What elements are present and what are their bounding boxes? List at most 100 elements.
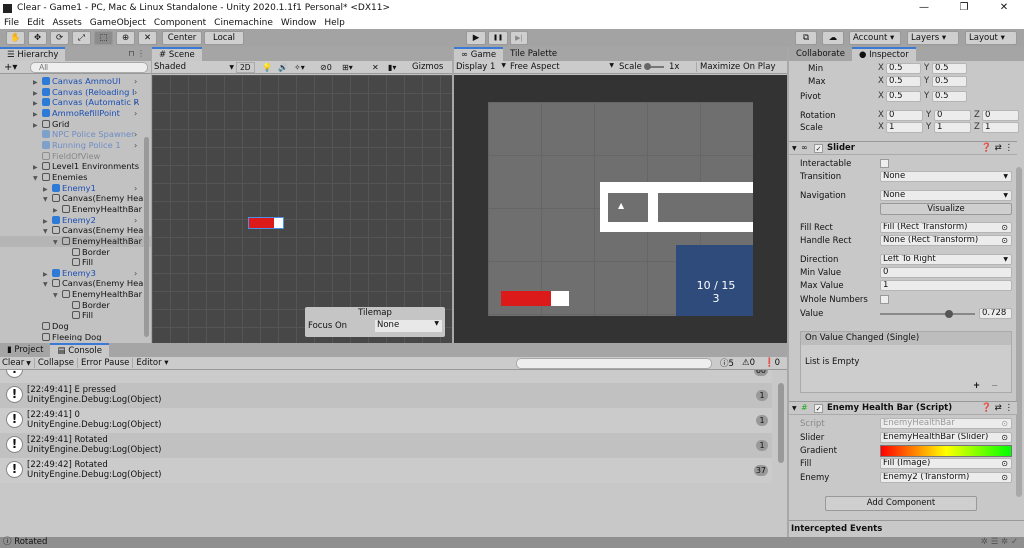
log-count-toggle[interactable]: ⓘ5 bbox=[720, 357, 734, 369]
hierarchy-item[interactable]: ▶ Canvas AmmoUI › bbox=[0, 76, 151, 87]
object-picker-icon[interactable]: ⊙ bbox=[1001, 236, 1008, 245]
handle-rect-field[interactable]: None (Rect Transform) ⊙ bbox=[880, 235, 1012, 246]
account-dropdown[interactable]: Account ▾ bbox=[849, 31, 901, 45]
intercepted-events-header[interactable]: Intercepted Events bbox=[789, 520, 1024, 534]
shading-mode-dropdown[interactable]: Shaded ▼ bbox=[154, 61, 234, 74]
navigation-dropdown[interactable]: None ▼ bbox=[880, 190, 1012, 201]
clear-options-dropdown[interactable]: ▼ bbox=[26, 360, 34, 367]
tab-game[interactable]: ∞ Game bbox=[454, 47, 504, 61]
hierarchy-item[interactable]: FieldOfView bbox=[0, 151, 151, 162]
cloud-button[interactable]: ☁ bbox=[822, 31, 844, 45]
open-prefab-arrow-icon[interactable]: › bbox=[134, 76, 137, 87]
hierarchy-item[interactable]: Dog bbox=[0, 321, 151, 332]
open-prefab-arrow-icon[interactable]: › bbox=[134, 268, 137, 279]
hierarchy-item[interactable]: Fleeing Dog bbox=[0, 332, 151, 341]
collapse-toggle[interactable]: Collapse bbox=[33, 358, 77, 368]
tab-collaborate[interactable]: Collaborate bbox=[789, 47, 852, 61]
console-log-entry[interactable]: !UnityEngine.Debug:Log(Object)60 bbox=[0, 370, 772, 383]
max-value-field[interactable]: 1 bbox=[880, 280, 1012, 291]
hierarchy-search-input[interactable] bbox=[30, 62, 148, 73]
component-menu-icons[interactable]: ❓ ⇄ ⋮ bbox=[981, 143, 1013, 153]
pivot-y-field[interactable]: 0.5 bbox=[932, 91, 967, 102]
menu-assets[interactable]: Assets bbox=[49, 18, 86, 28]
hierarchy-item[interactable]: ▶ Grid bbox=[0, 119, 151, 130]
transform-tool-icon[interactable]: ⊕ bbox=[116, 31, 135, 45]
console-log-entry[interactable]: ! [22:49:41] 0 UnityEngine.Debug:Log(Objec… bbox=[0, 408, 772, 433]
step-button[interactable]: ▶| bbox=[510, 31, 528, 45]
scene-view[interactable]: Tilemap Focus On None ▼ bbox=[152, 75, 452, 343]
open-prefab-arrow-icon[interactable]: › bbox=[134, 97, 137, 108]
camera-toggle-icon[interactable]: ▮▾ bbox=[388, 63, 396, 72]
pivot-center-button[interactable]: Center bbox=[162, 31, 202, 45]
open-prefab-arrow-icon[interactable]: › bbox=[134, 129, 137, 140]
fill-ref-field[interactable]: Fill (Image) ⊙ bbox=[880, 458, 1012, 469]
tab-inspector[interactable]: ● Inspector bbox=[851, 47, 916, 61]
direction-dropdown[interactable]: Left To Right ▼ bbox=[880, 254, 1012, 265]
menu-cinemachine[interactable]: Cinemachine bbox=[210, 18, 277, 28]
tab-console[interactable]: ▤ Console bbox=[50, 343, 109, 357]
hierarchy-item[interactable]: ▼ Canvas(Enemy Healt bbox=[0, 193, 151, 204]
transition-dropdown[interactable]: None ▼ bbox=[880, 171, 1012, 182]
fill-rect-field[interactable]: Fill (Rect Transform) ⊙ bbox=[880, 222, 1012, 233]
close-button[interactable]: ✕ bbox=[984, 0, 1024, 16]
min-value-field[interactable]: 0 bbox=[880, 267, 1012, 278]
focus-on-dropdown[interactable]: None ▼ bbox=[375, 320, 442, 332]
hierarchy-item[interactable]: NPC Police Spawner › bbox=[0, 129, 151, 140]
script-menu-icons[interactable]: ❓ ⇄ ⋮ bbox=[981, 403, 1013, 413]
script-field[interactable]: EnemyHealthBar ⊙ bbox=[880, 418, 1012, 429]
scale-x-field[interactable]: 1 bbox=[886, 122, 923, 133]
tab-tile-palette[interactable]: Tile Palette bbox=[503, 47, 564, 61]
rotate-tool-icon[interactable]: ⟳ bbox=[50, 31, 69, 45]
menu-edit[interactable]: Edit bbox=[23, 18, 48, 28]
game-view[interactable]: ▲ 10 / 15 3 bbox=[454, 75, 787, 343]
console-log-entry[interactable]: ! [22:49:41] Rotated UnityEngine.Debug:Log… bbox=[0, 433, 772, 458]
custom-tool-icon[interactable]: ✕ bbox=[138, 31, 157, 45]
object-picker-icon[interactable]: ⊙ bbox=[1001, 223, 1008, 232]
move-tool-icon[interactable]: ✥ bbox=[28, 31, 47, 45]
open-prefab-arrow-icon[interactable]: › bbox=[134, 87, 137, 98]
script-component-header[interactable]: ▼ # ✓ Enemy Health Bar (Script) ❓ ⇄ ⋮ bbox=[789, 401, 1017, 415]
hierarchy-item[interactable]: Border bbox=[0, 300, 151, 311]
menu-component[interactable]: Component bbox=[150, 18, 210, 28]
anchor-min-x-field[interactable]: 0.5 bbox=[886, 63, 921, 74]
value-slider-track[interactable] bbox=[880, 310, 975, 318]
inspector-scrollbar[interactable] bbox=[1016, 167, 1022, 497]
gradient-field[interactable] bbox=[880, 445, 1012, 457]
hierarchy-item[interactable]: ▶ Enemy3 › bbox=[0, 268, 151, 279]
anchor-max-x-field[interactable]: 0.5 bbox=[886, 76, 921, 87]
create-button[interactable]: +▾ bbox=[0, 62, 21, 73]
tab-hierarchy[interactable]: ☰ Hierarchy bbox=[0, 47, 66, 61]
hierarchy-item[interactable]: ▶ Enemy1 › bbox=[0, 183, 151, 194]
slider-component-header[interactable]: ▼ ∞ ✓ Slider ❓ ⇄ ⋮ bbox=[789, 141, 1017, 155]
effects-toggle-icon[interactable]: ✧▾ bbox=[294, 63, 305, 72]
display-dropdown[interactable]: Display 1 ▼ bbox=[456, 62, 506, 72]
hierarchy-item[interactable]: ▼ EnemyHealthBar bbox=[0, 235, 151, 247]
rotation-x-field[interactable]: 0 bbox=[886, 110, 923, 121]
hierarchy-item[interactable]: Fill bbox=[0, 310, 151, 321]
hierarchy-item[interactable]: Running Police 1 › bbox=[0, 140, 151, 151]
hierarchy-item[interactable]: Border bbox=[0, 247, 151, 258]
visualize-button[interactable]: Visualize bbox=[880, 203, 1012, 215]
pivot-x-field[interactable]: 0.5 bbox=[886, 91, 921, 102]
layout-dropdown[interactable]: Layout ▾ bbox=[965, 31, 1017, 45]
tools-toggle-icon[interactable]: ✕ bbox=[372, 63, 379, 72]
tab-project[interactable]: ▮ Project bbox=[0, 343, 50, 357]
hidden-objects-toggle[interactable]: ⊘0 bbox=[320, 63, 332, 72]
hierarchy-item[interactable]: ▼ EnemyHealthBar bbox=[0, 289, 151, 300]
lock-icon[interactable]: ⊓ ⋮ bbox=[128, 49, 145, 58]
console-log-entry[interactable]: ! [22:49:42] Rotated UnityEngine.Debug:Log… bbox=[0, 458, 772, 483]
add-event-button[interactable]: + bbox=[973, 381, 980, 391]
tab-scene[interactable]: # Scene bbox=[152, 47, 202, 61]
hierarchy-item[interactable]: ▶ Enemy2 › bbox=[0, 215, 151, 226]
hierarchy-item[interactable]: ▶ Canvas (Reloading I › bbox=[0, 87, 151, 98]
warning-count-toggle[interactable]: ⚠0 bbox=[742, 358, 755, 368]
2d-toggle[interactable]: 2D bbox=[236, 61, 255, 73]
slider-enabled-checkbox[interactable]: ✓ bbox=[814, 144, 823, 153]
rect-tool-icon[interactable]: ⬚ bbox=[94, 31, 113, 45]
menu-window[interactable]: Window bbox=[277, 18, 321, 28]
value-field[interactable]: 0.728 bbox=[979, 308, 1012, 319]
rotation-z-field[interactable]: 0 bbox=[982, 110, 1019, 121]
hierarchy-item[interactable]: ▶ Canvas (Automatic R › bbox=[0, 97, 151, 108]
open-prefab-arrow-icon[interactable]: › bbox=[134, 108, 137, 119]
remove-event-button[interactable]: − bbox=[991, 381, 998, 391]
